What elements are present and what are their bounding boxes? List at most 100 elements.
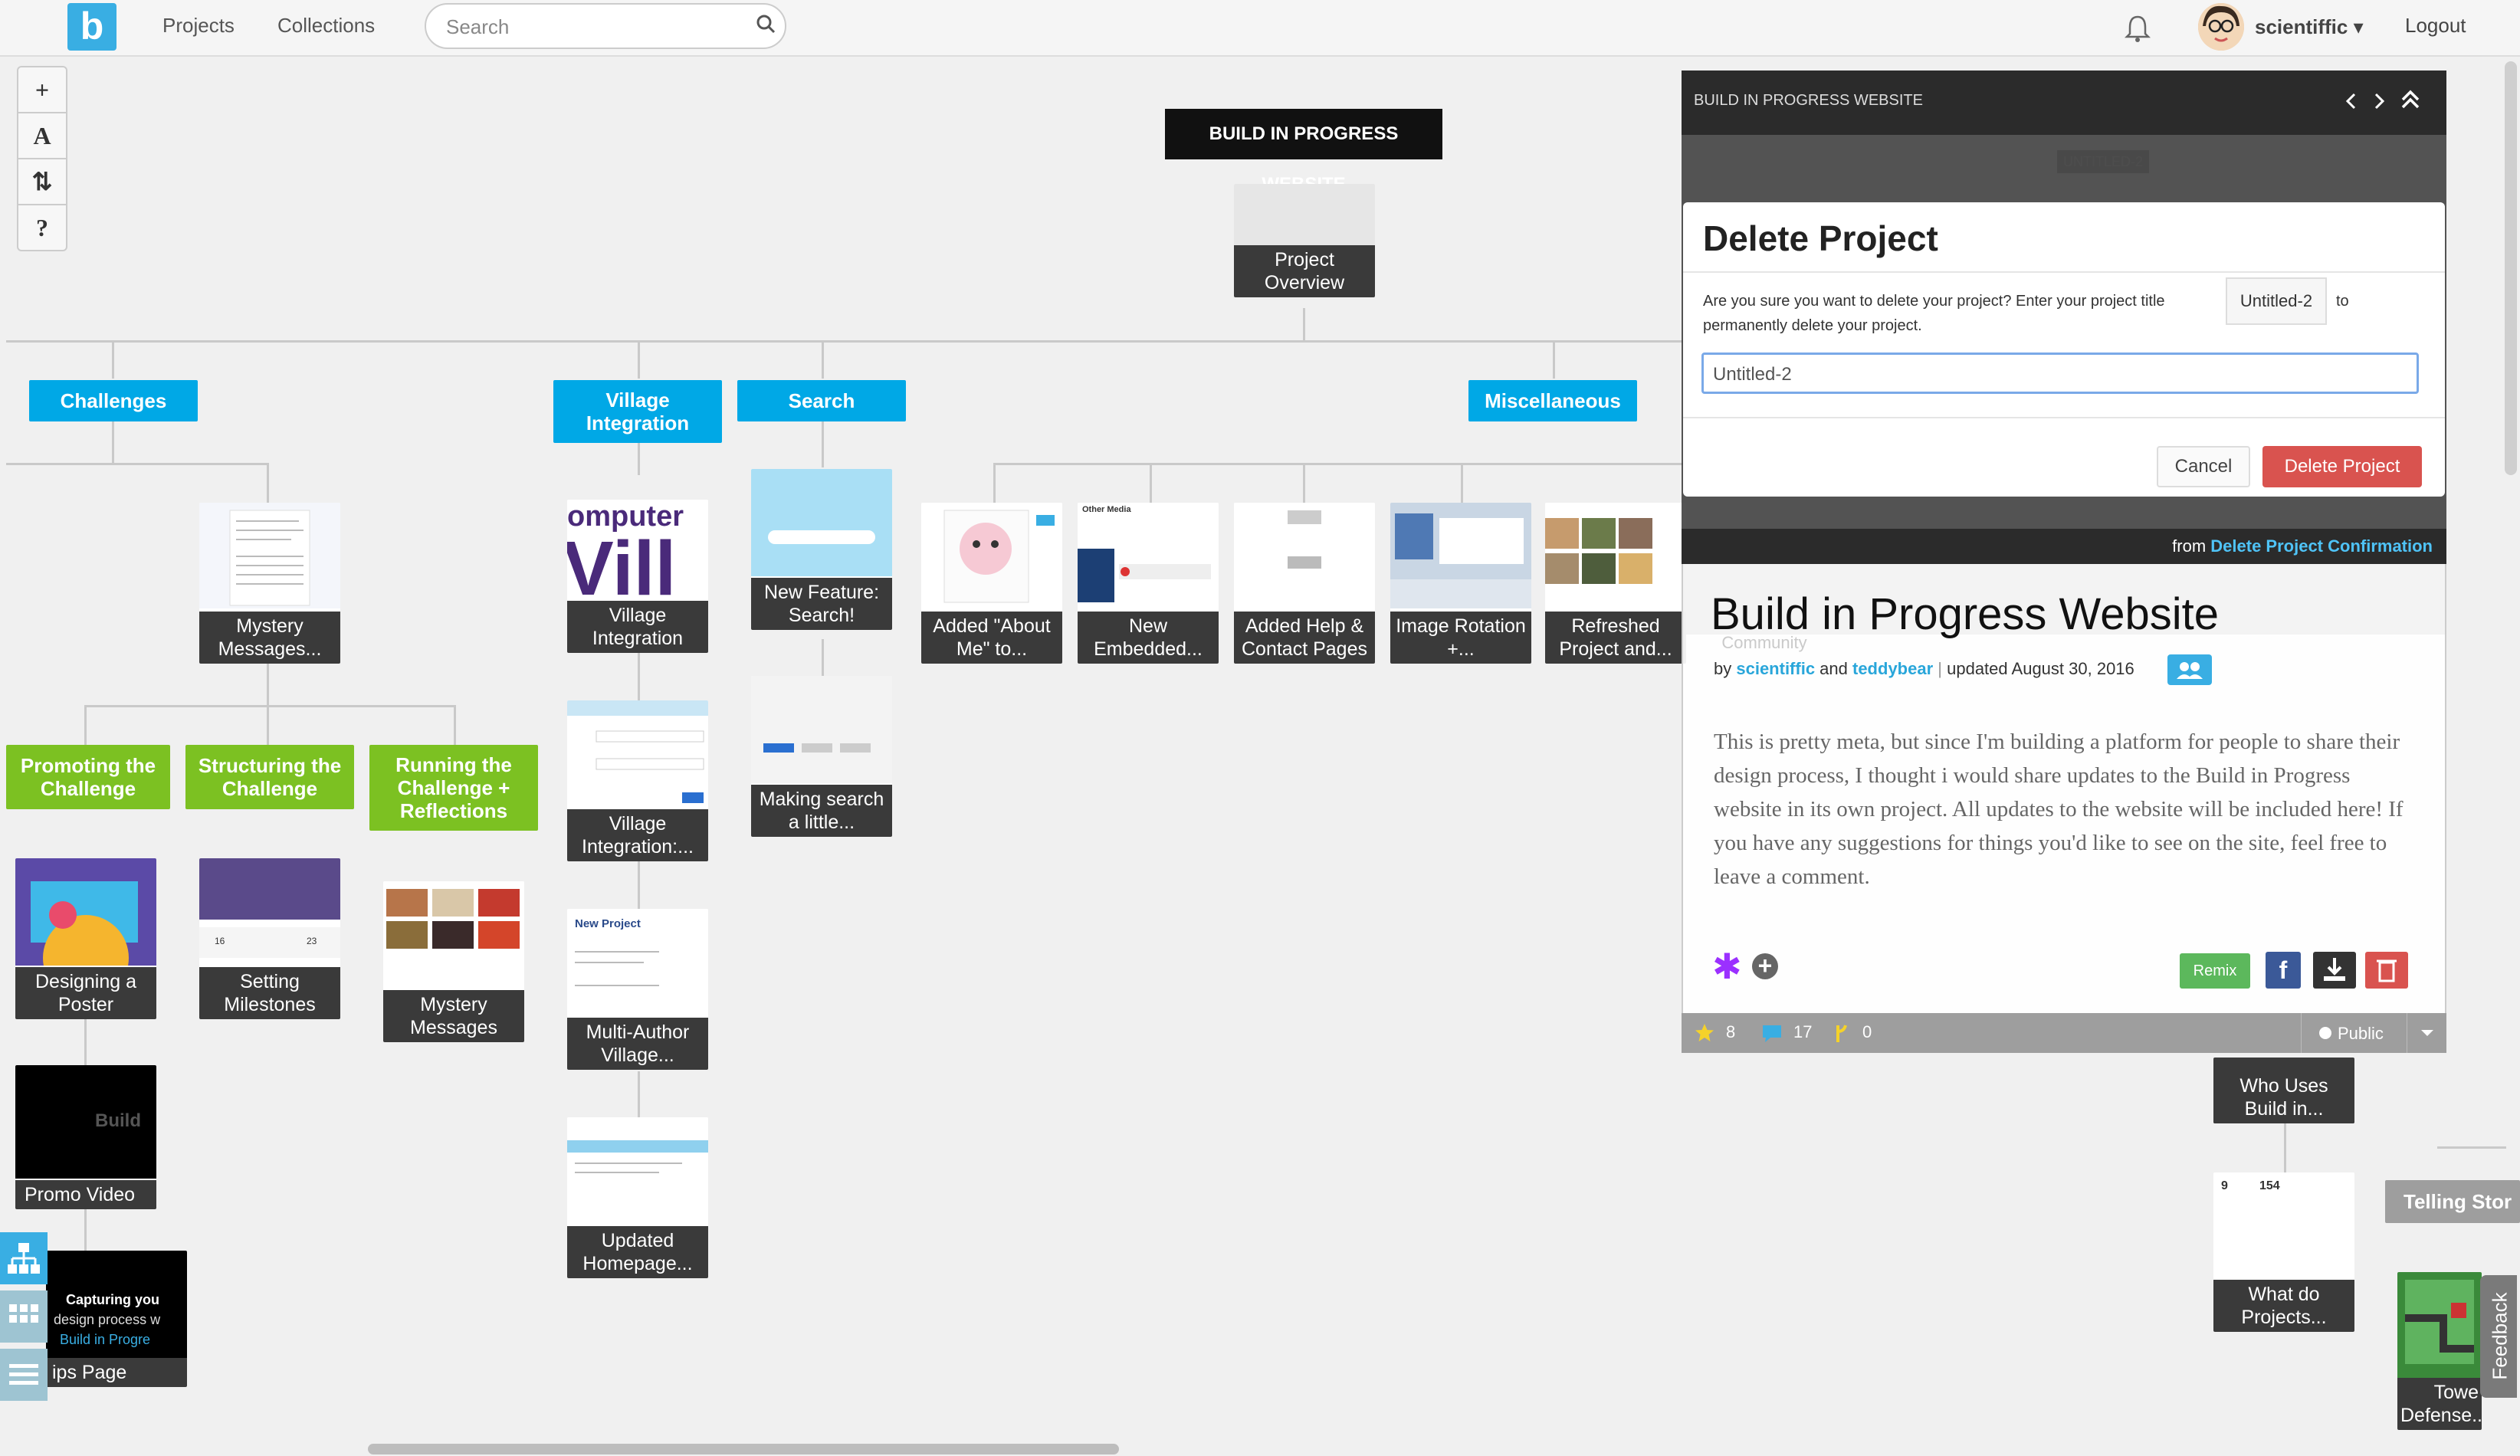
project-title-node[interactable]: BUILD IN PROGRESS WEBSITE <box>1165 109 1442 195</box>
list-view-button[interactable] <box>0 1349 48 1401</box>
from-link[interactable]: Delete Project Confirmation <box>2210 536 2433 556</box>
project-title-chip: Untitled-2 <box>2226 277 2327 325</box>
feedback-tab[interactable]: Feedback <box>2480 1275 2517 1398</box>
category-village-integration[interactable]: Village Integration <box>553 380 722 443</box>
card-who-uses[interactable]: Who Uses Build in... <box>2213 1058 2354 1123</box>
card-setting-milestones[interactable]: 16 23 Setting Milestones <box>199 858 340 1019</box>
category-miscellaneous[interactable]: Miscellaneous <box>1468 380 1637 421</box>
card-tips-page[interactable]: Capturing you design process w Build in Pr… <box>46 1251 187 1387</box>
remix-icon[interactable] <box>1833 1022 1852 1044</box>
list-icon <box>9 1364 38 1385</box>
card-thumbnail <box>567 1117 708 1225</box>
tree-view-button[interactable] <box>0 1232 48 1284</box>
tree-connector <box>822 420 824 467</box>
chevron-right-icon[interactable] <box>2371 92 2387 110</box>
card-making-search[interactable]: Making search a little... <box>751 676 892 837</box>
card-new-feature-search[interactable]: New Feature: Search! <box>751 469 892 630</box>
category-search[interactable]: Search <box>737 380 906 421</box>
card-designing-poster[interactable]: Designing a Poster <box>15 858 156 1019</box>
card-thumbnail: Build <box>15 1065 156 1179</box>
separator: | <box>1933 659 1947 678</box>
card-image-rotation[interactable]: Image Rotation +... <box>1390 503 1531 664</box>
comment-icon[interactable] <box>1760 1022 1784 1044</box>
category-telling-stories[interactable]: Telling Stor <box>2385 1180 2520 1223</box>
zoom-in-button[interactable]: + <box>18 67 66 113</box>
svg-text:9: 9 <box>2221 1179 2228 1192</box>
category-promoting-challenge[interactable]: Promoting the Challenge <box>6 745 170 809</box>
svg-text:design process w: design process w <box>54 1312 161 1327</box>
chevron-down-icon <box>2421 1030 2433 1036</box>
tree-connector <box>993 463 1683 465</box>
home-logo[interactable]: b <box>67 3 116 51</box>
privacy-label[interactable]: Public <box>2338 1024 2384 1044</box>
card-thumbnail <box>751 469 892 576</box>
card-mystery-messages-1[interactable]: Mystery Messages... <box>199 503 340 664</box>
modal-title: Delete Project <box>1703 218 1938 258</box>
tree-connector <box>84 1209 87 1251</box>
card-tower-defense[interactable]: Towe Defense... <box>2397 1272 2482 1430</box>
trash-icon[interactable] <box>2365 952 2408 989</box>
confirm-title-input[interactable]: Untitled-2 <box>1701 353 2419 394</box>
project-description: This is pretty meta, but since I'm build… <box>1714 730 2404 889</box>
card-village-integration-2[interactable]: Village Integration:... <box>567 700 708 861</box>
logout-link[interactable]: Logout <box>2405 14 2466 38</box>
tree-connector <box>112 420 114 463</box>
tree-connector <box>2437 1146 2506 1149</box>
card-refreshed-project[interactable]: Refreshed Project and... <box>1545 503 1686 664</box>
vertical-scrollbar[interactable] <box>2505 61 2517 475</box>
card-added-help-contact[interactable]: Added Help & Contact Pages <box>1234 503 1375 664</box>
text-toggle-button[interactable]: A <box>18 113 66 159</box>
category-structuring-challenge[interactable]: Structuring the Challenge <box>185 745 354 809</box>
sitemap-icon <box>8 1243 40 1274</box>
modal-divider <box>1683 271 2445 273</box>
svg-text:Other Media: Other Media <box>1082 505 1131 514</box>
card-added-about-me[interactable]: Added "About Me" to... <box>921 503 1062 664</box>
collaborators-icon[interactable] <box>2167 654 2212 685</box>
search-icon[interactable] <box>756 14 776 34</box>
card-village-integration[interactable]: omputer Vill Village Integration <box>567 500 708 653</box>
asterisk-icon[interactable]: ✱ <box>1712 949 1742 984</box>
author-link[interactable]: scientiffic <box>1736 659 1815 678</box>
category-running-challenge[interactable]: Running the Challenge + Reflections <box>369 745 538 831</box>
card-mystery-messages-2[interactable]: Mystery Messages <box>383 881 524 1042</box>
feedback-label: Feedback <box>2488 1292 2512 1380</box>
card-label: New Feature: Search! <box>751 578 892 630</box>
chevron-left-icon[interactable] <box>2344 92 2359 110</box>
card-label: Refreshed Project and... <box>1545 612 1686 664</box>
card-promo-video[interactable]: Build Promo Video <box>15 1065 156 1209</box>
facebook-share-icon[interactable]: f <box>2266 952 2301 989</box>
sort-button[interactable]: ⇅ <box>18 159 66 205</box>
card-multi-author-village[interactable]: New Project Multi-Author Village... <box>567 909 708 1070</box>
star-icon[interactable] <box>1694 1022 1715 1044</box>
avatar[interactable] <box>2198 3 2244 51</box>
card-new-embedded[interactable]: Other Media New Embedded... <box>1078 503 1219 664</box>
user-menu[interactable]: scientiffic ▾ <box>2255 15 2364 39</box>
card-what-do-projects[interactable]: 9 154 What do Projects... <box>2213 1172 2354 1332</box>
tree-connector <box>638 441 640 475</box>
tree-connector <box>267 463 269 506</box>
project-title: Build in Progress Website <box>1711 589 2220 639</box>
card-label: Village Integration <box>567 601 708 653</box>
tree-connector <box>1553 342 1555 379</box>
download-icon[interactable] <box>2313 952 2356 989</box>
category-challenges[interactable]: Challenges <box>29 380 198 421</box>
card-updated-homepage[interactable]: Updated Homepage... <box>567 1117 708 1278</box>
grid-view-button[interactable] <box>0 1290 48 1343</box>
help-button[interactable]: ? <box>18 205 66 251</box>
bell-icon[interactable] <box>2125 14 2151 43</box>
author-link[interactable]: teddybear <box>1852 659 1933 678</box>
card-thumbnail: Other Media <box>1078 503 1219 608</box>
collections-link[interactable]: Collections <box>277 14 375 38</box>
collapse-up-icon[interactable] <box>2399 87 2422 112</box>
cancel-button[interactable]: Cancel <box>2157 446 2250 487</box>
search-input[interactable]: Search <box>425 3 786 49</box>
project-overview-card[interactable]: Project Overview <box>1234 184 1375 297</box>
remix-button[interactable]: Remix <box>2180 953 2250 989</box>
card-label: Added "About Me" to... <box>921 612 1062 664</box>
privacy-dropdown[interactable] <box>2407 1013 2446 1053</box>
card-label: Image Rotation +... <box>1390 612 1531 664</box>
horizontal-scrollbar[interactable] <box>368 1444 1119 1454</box>
delete-project-button[interactable]: Delete Project <box>2262 446 2422 487</box>
add-circle-icon[interactable]: + <box>1752 953 1778 979</box>
projects-link[interactable]: Projects <box>162 14 235 38</box>
